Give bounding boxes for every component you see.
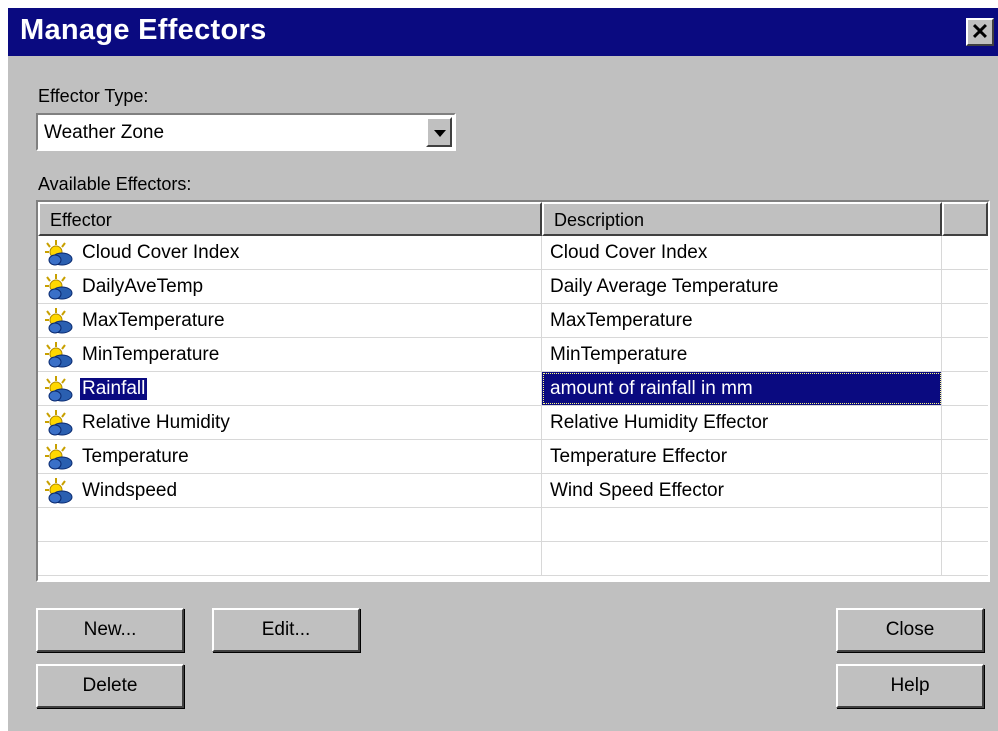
table-row[interactable]: Temperature Temperature Effector	[38, 440, 988, 474]
table-row[interactable]: Cloud Cover Index Cloud Cover Index	[38, 236, 988, 270]
new-button-label: New...	[83, 619, 137, 640]
empty-cell	[38, 542, 542, 575]
description-cell: MinTemperature	[542, 338, 942, 371]
description-cell: MaxTemperature	[542, 304, 942, 337]
filler-cell	[942, 236, 988, 269]
weather-sun-cloud-icon	[44, 341, 74, 369]
delete-button-label: Delete	[82, 675, 138, 696]
table-row[interactable]: Windspeed Wind Speed Effector	[38, 474, 988, 508]
effector-name: Relative Humidity	[82, 412, 230, 433]
dropdown-button[interactable]	[426, 117, 452, 147]
effector-type-label: Effector Type:	[38, 86, 149, 106]
filler-cell	[942, 304, 988, 337]
effector-name: Windspeed	[82, 480, 178, 501]
effector-cell: Rainfall	[38, 372, 542, 405]
list-header: Effector Description	[38, 202, 988, 236]
chevron-down-icon	[434, 130, 446, 137]
description-cell: amount of rainfall in mm	[542, 372, 942, 405]
weather-sun-cloud-icon	[44, 477, 74, 505]
effector-name: Temperature	[82, 446, 189, 467]
table-row[interactable]: Relative Humidity Relative Humidity Effec…	[38, 406, 988, 440]
table-row[interactable]: DailyAveTemp Daily Average Temperature	[38, 270, 988, 304]
filler-cell	[942, 338, 988, 371]
effector-name: Cloud Cover Index	[82, 242, 240, 263]
manage-effectors-dialog: Manage Effectors ✕ Effector Type: Weathe…	[8, 8, 998, 731]
effector-cell: Cloud Cover Index	[38, 236, 542, 269]
column-header-filler	[942, 202, 988, 236]
empty-cell	[38, 508, 542, 541]
weather-sun-cloud-icon	[44, 273, 74, 301]
filler-cell	[942, 406, 988, 439]
empty-row	[38, 508, 988, 542]
weather-sun-cloud-icon	[44, 409, 74, 437]
delete-button[interactable]: Delete	[36, 664, 184, 708]
edit-button[interactable]: Edit...	[212, 608, 360, 652]
effector-cell: Windspeed	[38, 474, 542, 507]
filler-cell	[942, 440, 988, 473]
empty-cell	[542, 542, 942, 575]
effector-name: Rainfall	[80, 378, 148, 400]
effector-type-select[interactable]: Weather Zone	[36, 113, 456, 151]
filler-cell	[942, 474, 988, 507]
weather-sun-cloud-icon	[44, 375, 74, 403]
column-header-effector[interactable]: Effector	[38, 202, 542, 236]
help-button[interactable]: Help	[836, 664, 984, 708]
effector-name: MinTemperature	[82, 344, 220, 365]
close-button[interactable]: Close	[836, 608, 984, 652]
filler-cell	[942, 372, 988, 405]
effector-cell: Relative Humidity	[38, 406, 542, 439]
table-row[interactable]: Rainfall amount of rainfall in mm	[38, 372, 988, 406]
effector-name: DailyAveTemp	[82, 276, 204, 297]
weather-sun-cloud-icon	[44, 443, 74, 471]
new-button[interactable]: New...	[36, 608, 184, 652]
effector-cell: DailyAveTemp	[38, 270, 542, 303]
empty-row	[38, 542, 988, 576]
description-cell: Temperature Effector	[542, 440, 942, 473]
effector-cell: MinTemperature	[38, 338, 542, 371]
filler-cell	[942, 270, 988, 303]
effectors-list[interactable]: Effector Description Cloud Cover Index Cl…	[36, 200, 990, 582]
close-button-label: Close	[885, 619, 935, 640]
effector-type-value: Weather Zone	[44, 122, 165, 143]
help-button-label: Help	[890, 675, 930, 696]
dialog-title: Manage Effectors	[20, 14, 267, 46]
description-cell: Daily Average Temperature	[542, 270, 942, 303]
weather-sun-cloud-icon	[44, 239, 74, 267]
table-row[interactable]: MaxTemperature MaxTemperature	[38, 304, 988, 338]
title-bar[interactable]: Manage Effectors ✕	[8, 8, 998, 56]
description-cell: Relative Humidity Effector	[542, 406, 942, 439]
effector-cell: Temperature	[38, 440, 542, 473]
description-cell: Cloud Cover Index	[542, 236, 942, 269]
table-row[interactable]: MinTemperature MinTemperature	[38, 338, 988, 372]
empty-cell	[542, 508, 942, 541]
effector-cell: MaxTemperature	[38, 304, 542, 337]
column-header-description[interactable]: Description	[542, 202, 942, 236]
effector-name: MaxTemperature	[82, 310, 225, 331]
edit-button-label: Edit...	[261, 619, 311, 640]
available-effectors-label: Available Effectors:	[38, 174, 192, 194]
close-icon[interactable]: ✕	[966, 18, 994, 46]
weather-sun-cloud-icon	[44, 307, 74, 335]
description-cell: Wind Speed Effector	[542, 474, 942, 507]
